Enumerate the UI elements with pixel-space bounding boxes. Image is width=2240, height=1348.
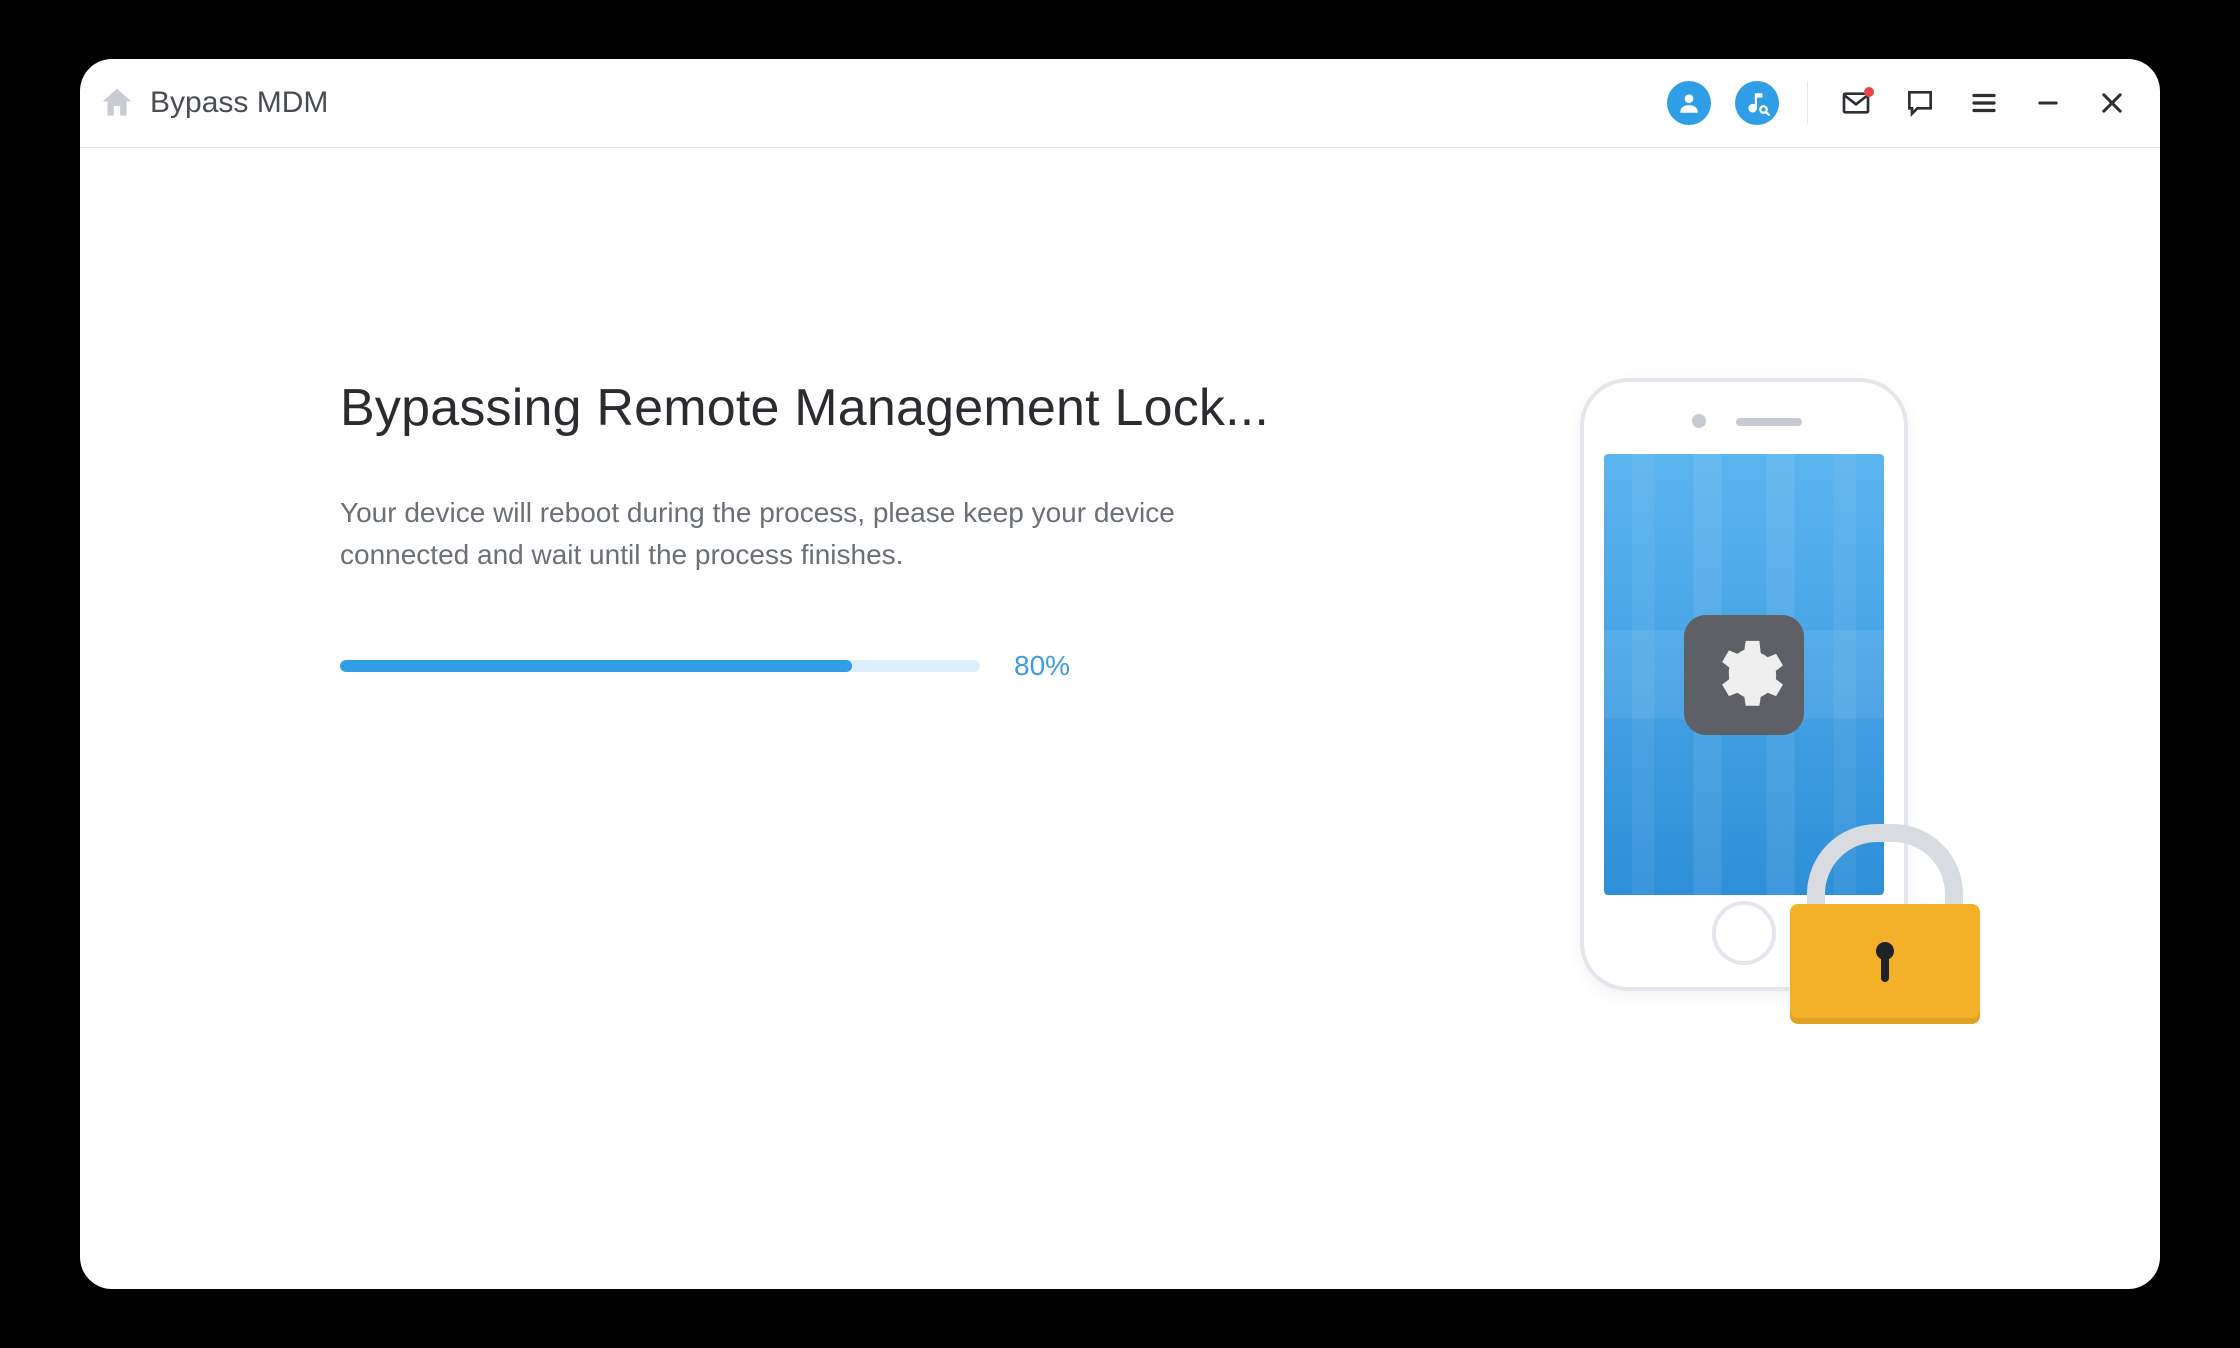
page-heading: Bypassing Remote Management Lock... — [340, 378, 1400, 438]
lock-icon — [1790, 824, 1980, 1024]
titlebar-left: Bypass MDM — [98, 84, 328, 122]
progress-bar — [340, 660, 980, 672]
titlebar: Bypass MDM — [80, 59, 2160, 148]
gear-icon — [1684, 615, 1804, 735]
lock-body — [1790, 904, 1980, 1024]
app-window: Bypass MDM — [80, 59, 2160, 1289]
phone-earpiece-icon — [1736, 418, 1802, 426]
lock-keyhole — [1876, 942, 1894, 960]
phone-illustration — [1580, 378, 1940, 1008]
progress-label: 80% — [1014, 650, 1070, 682]
phone-camera-icon — [1692, 414, 1706, 428]
app-title: Bypass MDM — [150, 86, 328, 120]
account-icon[interactable] — [1667, 81, 1711, 125]
progress-row: 80% — [340, 650, 1400, 682]
minimize-icon[interactable] — [2028, 83, 2068, 123]
hamburger-menu-icon[interactable] — [1964, 83, 2004, 123]
notification-dot-icon — [1864, 87, 1874, 97]
titlebar-right — [1667, 81, 2132, 125]
home-icon[interactable] — [98, 84, 136, 122]
toolbar-divider — [1807, 82, 1808, 124]
music-search-icon[interactable] — [1735, 81, 1779, 125]
progress-fill — [340, 660, 852, 672]
speech-bubble-icon[interactable] — [1900, 83, 1940, 123]
content-area: Bypassing Remote Management Lock... Your… — [80, 148, 2160, 1289]
mail-icon[interactable] — [1836, 83, 1876, 123]
close-icon[interactable] — [2092, 83, 2132, 123]
phone-home-button-icon — [1712, 901, 1776, 965]
page-subtext: Your device will reboot during the proce… — [340, 492, 1210, 576]
